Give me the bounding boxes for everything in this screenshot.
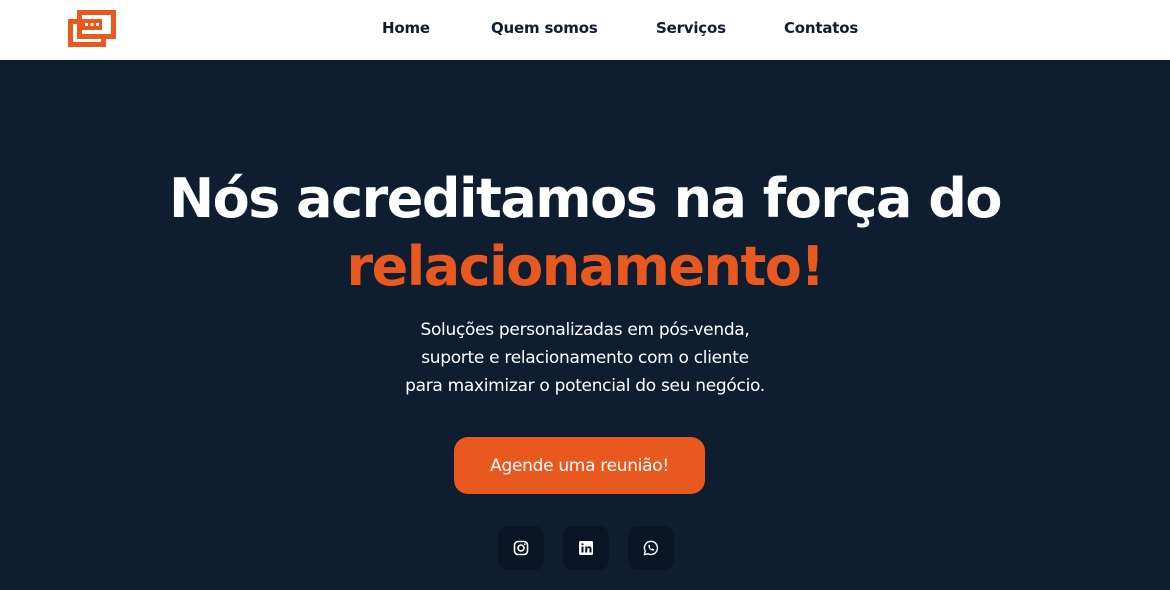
whatsapp-button[interactable] [628, 526, 674, 570]
subtitle-line-2: suporte e relacionamento com o cliente [421, 348, 749, 368]
linkedin-button[interactable] [563, 526, 609, 570]
subtitle-line-3: para maximizar o potencial do seu negóci… [405, 376, 765, 396]
nav-contacts[interactable]: Contatos [784, 19, 858, 37]
navbar: Home Quem somos Serviços Contatos [0, 0, 1170, 60]
instagram-button[interactable] [498, 526, 544, 570]
hero-subtitle: Soluções personalizadas em pós-venda, su… [0, 316, 1170, 400]
nav-about[interactable]: Quem somos [491, 19, 598, 37]
linkedin-icon [579, 541, 593, 555]
headline-accent: relacionamento! [346, 235, 825, 298]
hero-section: Nós acreditamos na força do relacionamen… [0, 60, 1170, 590]
nav-services[interactable]: Serviços [656, 19, 726, 37]
subtitle-line-1: Soluções personalizadas em pós-venda, [420, 320, 750, 340]
whatsapp-icon [643, 540, 659, 556]
main-nav: Home Quem somos Serviços Contatos [0, 0, 1170, 60]
schedule-meeting-button[interactable]: Agende uma reunião! [454, 437, 705, 494]
nav-home[interactable]: Home [382, 19, 430, 37]
hero-headline: Nós acreditamos na força do relacionamen… [0, 165, 1170, 301]
headline-line-1: Nós acreditamos na força do [168, 167, 1003, 230]
instagram-icon [513, 540, 529, 556]
